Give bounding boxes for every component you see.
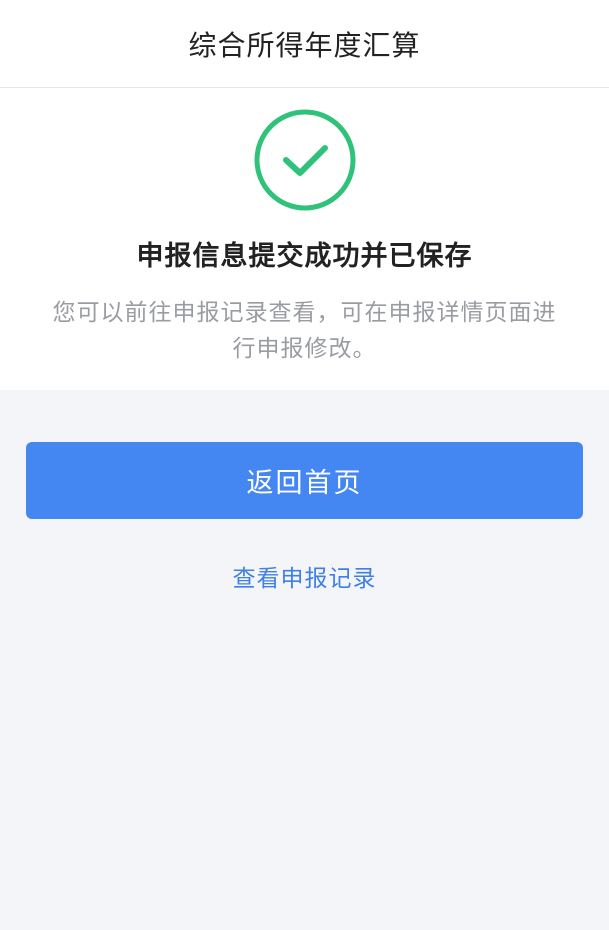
success-description: 您可以前往申报记录查看，可在申报详情页面进行申报修改。 [52,300,557,362]
return-home-button[interactable]: 返回首页 [26,442,583,519]
app-screen: 综合所得年度汇算 申报信息提交成功并已保存 您可以前往申报记录查看，可在申报详情… [0,0,609,930]
view-declaration-records-link[interactable]: 查看申报记录 [26,559,583,593]
navigation-bar: 综合所得年度汇算 [0,0,609,88]
submission-result-panel: 申报信息提交成功并已保存 您可以前往申报记录查看，可在申报详情页面进行申报修改。 [0,88,609,390]
action-area: 返回首页 查看申报记录 [0,390,609,593]
success-title: 申报信息提交成功并已保存 [136,241,473,272]
check-circle-icon [254,109,355,211]
page-title: 综合所得年度汇算 [188,28,421,62]
